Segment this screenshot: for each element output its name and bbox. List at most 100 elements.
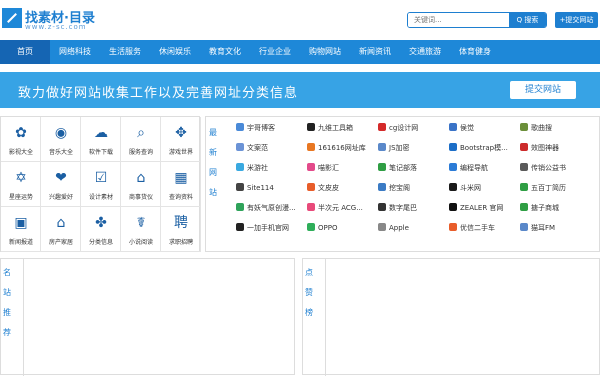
nav-item-sports[interactable]: 体育健身 <box>450 40 500 64</box>
site-link-label: 斗米网 <box>460 184 481 192</box>
latest-site-link[interactable]: cg设计网 <box>378 123 448 133</box>
site-favicon-icon <box>307 183 315 191</box>
latest-site-link[interactable]: 优信二手车 <box>449 223 519 233</box>
recommended-sites-title: 名站推荐 <box>3 268 11 337</box>
category-item[interactable]: ☑ 设计素材 <box>81 162 121 207</box>
calendar-icon: ▦ <box>174 170 188 186</box>
slogan-text: 致力做好网站收集工作以及完善网址分类信息 <box>18 86 299 101</box>
recommended-sites-panel: 名站推荐 <box>0 258 295 376</box>
nav-item-industry[interactable]: 行业企业 <box>250 40 300 64</box>
latest-site-link[interactable]: 数字尾巴 <box>378 203 448 213</box>
banner-submit-button[interactable]: 提交网站 <box>510 81 576 99</box>
latest-site-link[interactable]: 有妖气原创漫... <box>236 203 306 213</box>
latest-site-link[interactable]: OPPO <box>307 223 377 232</box>
latest-site-link[interactable]: 编程导航 <box>449 163 519 173</box>
site-link-label: 文案范 <box>247 144 268 152</box>
site-favicon-icon <box>236 183 244 191</box>
likes-ranking-panel: 点赞榜 <box>302 258 600 376</box>
latest-site-link[interactable]: 文皮皮 <box>307 183 377 193</box>
latest-site-link[interactable]: 侯觉 <box>449 123 519 133</box>
star-icon: ✡ <box>15 170 27 186</box>
latest-site-link[interactable]: 斗米网 <box>449 183 519 193</box>
category-item[interactable]: ◉ 音乐大全 <box>41 117 81 162</box>
category-grid: ✿ 影视大全 ◉ 音乐大全 ☁ 软件下载 ⌕ 服务查询 ✥ 游戏世界 ✡ 星座运势 ❤ 兴趣爱好 ☑ 设计素材… <box>0 116 201 252</box>
recommended-sites-content <box>23 259 295 376</box>
nav-item-education[interactable]: 教育文化 <box>200 40 250 64</box>
latest-site-link[interactable]: JS加密 <box>378 143 448 153</box>
category-item[interactable]: ⌂ 商事货仪 <box>121 162 161 207</box>
site-favicon-icon <box>307 163 315 171</box>
site-link-label: JS加密 <box>389 144 410 152</box>
category-item[interactable]: ✡ 星座运势 <box>1 162 41 207</box>
nav-item-tech[interactable]: 网络科技 <box>50 40 100 64</box>
latest-site-link[interactable]: 喵影汇 <box>307 163 377 173</box>
site-favicon-icon <box>378 223 386 231</box>
caduceus-icon: ☤ <box>136 215 146 231</box>
logo-mark-icon <box>2 8 22 28</box>
latest-sites-panel: 最新网站 宇哥博客 九维工具箱 cg设计网 侯觉 歌曲搜 文案范 161616网址库 JS加密… <box>205 116 600 252</box>
latest-site-link[interactable]: ZEALER 官网 <box>449 203 519 213</box>
latest-site-link[interactable]: 文案范 <box>236 143 306 153</box>
site-favicon-icon <box>378 183 386 191</box>
category-item[interactable]: ✥ 游戏世界 <box>161 117 201 162</box>
latest-site-link[interactable]: 161616网址库 <box>307 143 377 153</box>
submit-site-button[interactable]: +提交网站 <box>555 12 598 28</box>
latest-site-link[interactable]: 米游社 <box>236 163 306 173</box>
latest-site-link[interactable]: Bootstrap模... <box>449 143 519 153</box>
nav-item-life[interactable]: 生活服务 <box>100 40 150 64</box>
category-item[interactable]: ☁ 软件下载 <box>81 117 121 162</box>
nav-item-shopping[interactable]: 购物网站 <box>300 40 350 64</box>
latest-site-link[interactable]: 猫耳FM <box>520 223 590 233</box>
site-link-label: 有妖气原创漫... <box>247 204 296 212</box>
latest-site-link[interactable]: 一加手机官网 <box>236 223 306 233</box>
house-icon: ⌂ <box>56 215 66 231</box>
search-button[interactable]: Q 搜索 <box>509 13 546 27</box>
nav-item-home[interactable]: 首页 <box>0 40 50 64</box>
category-item[interactable]: ✤ 分类信息 <box>81 207 121 252</box>
main-nav: 首页 网络科技 生活服务 休闲娱乐 教育文化 行业企业 购物网站 新闻资讯 交通… <box>0 40 600 64</box>
category-label: 求职招聘 <box>168 239 193 246</box>
nav-item-travel[interactable]: 交通旅游 <box>400 40 450 64</box>
latest-site-link[interactable]: 九维工具箱 <box>307 123 377 133</box>
nav-item-news[interactable]: 新闻资讯 <box>350 40 400 64</box>
category-item[interactable]: ❤ 兴趣爱好 <box>41 162 81 207</box>
site-favicon-icon <box>236 203 244 211</box>
category-label: 小说阅读 <box>128 239 153 246</box>
site-link-label: 搪子商城 <box>531 204 559 212</box>
search-input[interactable] <box>408 13 510 27</box>
site-link-label: 歌曲搜 <box>531 124 552 132</box>
category-item[interactable]: ☤ 小说阅读 <box>121 207 161 252</box>
latest-site-link[interactable]: 歌曲搜 <box>520 123 590 133</box>
bank-icon: ⌂ <box>136 170 146 186</box>
heart-hands-icon: ❤ <box>55 170 67 186</box>
site-link-label: 传销公益书 <box>531 164 566 172</box>
latest-site-link[interactable]: 传销公益书 <box>520 163 590 173</box>
category-item[interactable]: ✿ 影视大全 <box>1 117 41 162</box>
site-favicon-icon <box>520 123 528 131</box>
site-favicon-icon <box>520 163 528 171</box>
nav-item-entertainment[interactable]: 休闲娱乐 <box>150 40 200 64</box>
latest-site-link[interactable]: 五百丁简历 <box>520 183 590 193</box>
latest-site-link[interactable]: 搪子商城 <box>520 203 590 213</box>
latest-site-link[interactable]: 挖宝阁 <box>378 183 448 193</box>
site-link-label: 米游社 <box>247 164 268 172</box>
latest-site-link[interactable]: 半次元 ACG... <box>307 203 377 213</box>
site-link-label: cg设计网 <box>389 124 419 132</box>
category-item[interactable]: ⌕ 服务查询 <box>121 117 161 162</box>
latest-site-link[interactable]: 效图神器 <box>520 143 590 153</box>
category-label: 影视大全 <box>8 149 33 156</box>
latest-site-link[interactable]: Site114 <box>236 183 306 192</box>
site-link-label: 笔记部落 <box>389 164 417 172</box>
category-item[interactable]: ⌂ 房产家居 <box>41 207 81 252</box>
latest-site-link[interactable]: Apple <box>378 223 448 232</box>
category-item[interactable]: 聘求职招聘 <box>161 207 201 252</box>
site-favicon-icon <box>520 183 528 191</box>
site-link-label: ZEALER 官网 <box>460 204 504 212</box>
site-logo[interactable]: 找素材·目录 www.z-sc.com <box>2 6 112 34</box>
category-item[interactable]: ▣ 新闻报道 <box>1 207 41 252</box>
latest-site-link[interactable]: 笔记部落 <box>378 163 448 173</box>
site-link-label: 一加手机官网 <box>247 224 289 232</box>
category-item[interactable]: ▦ 查询资料 <box>161 162 201 207</box>
slogan-banner: 致力做好网站收集工作以及完善网址分类信息 提交网站 <box>0 72 600 108</box>
latest-site-link[interactable]: 宇哥博客 <box>236 123 306 133</box>
